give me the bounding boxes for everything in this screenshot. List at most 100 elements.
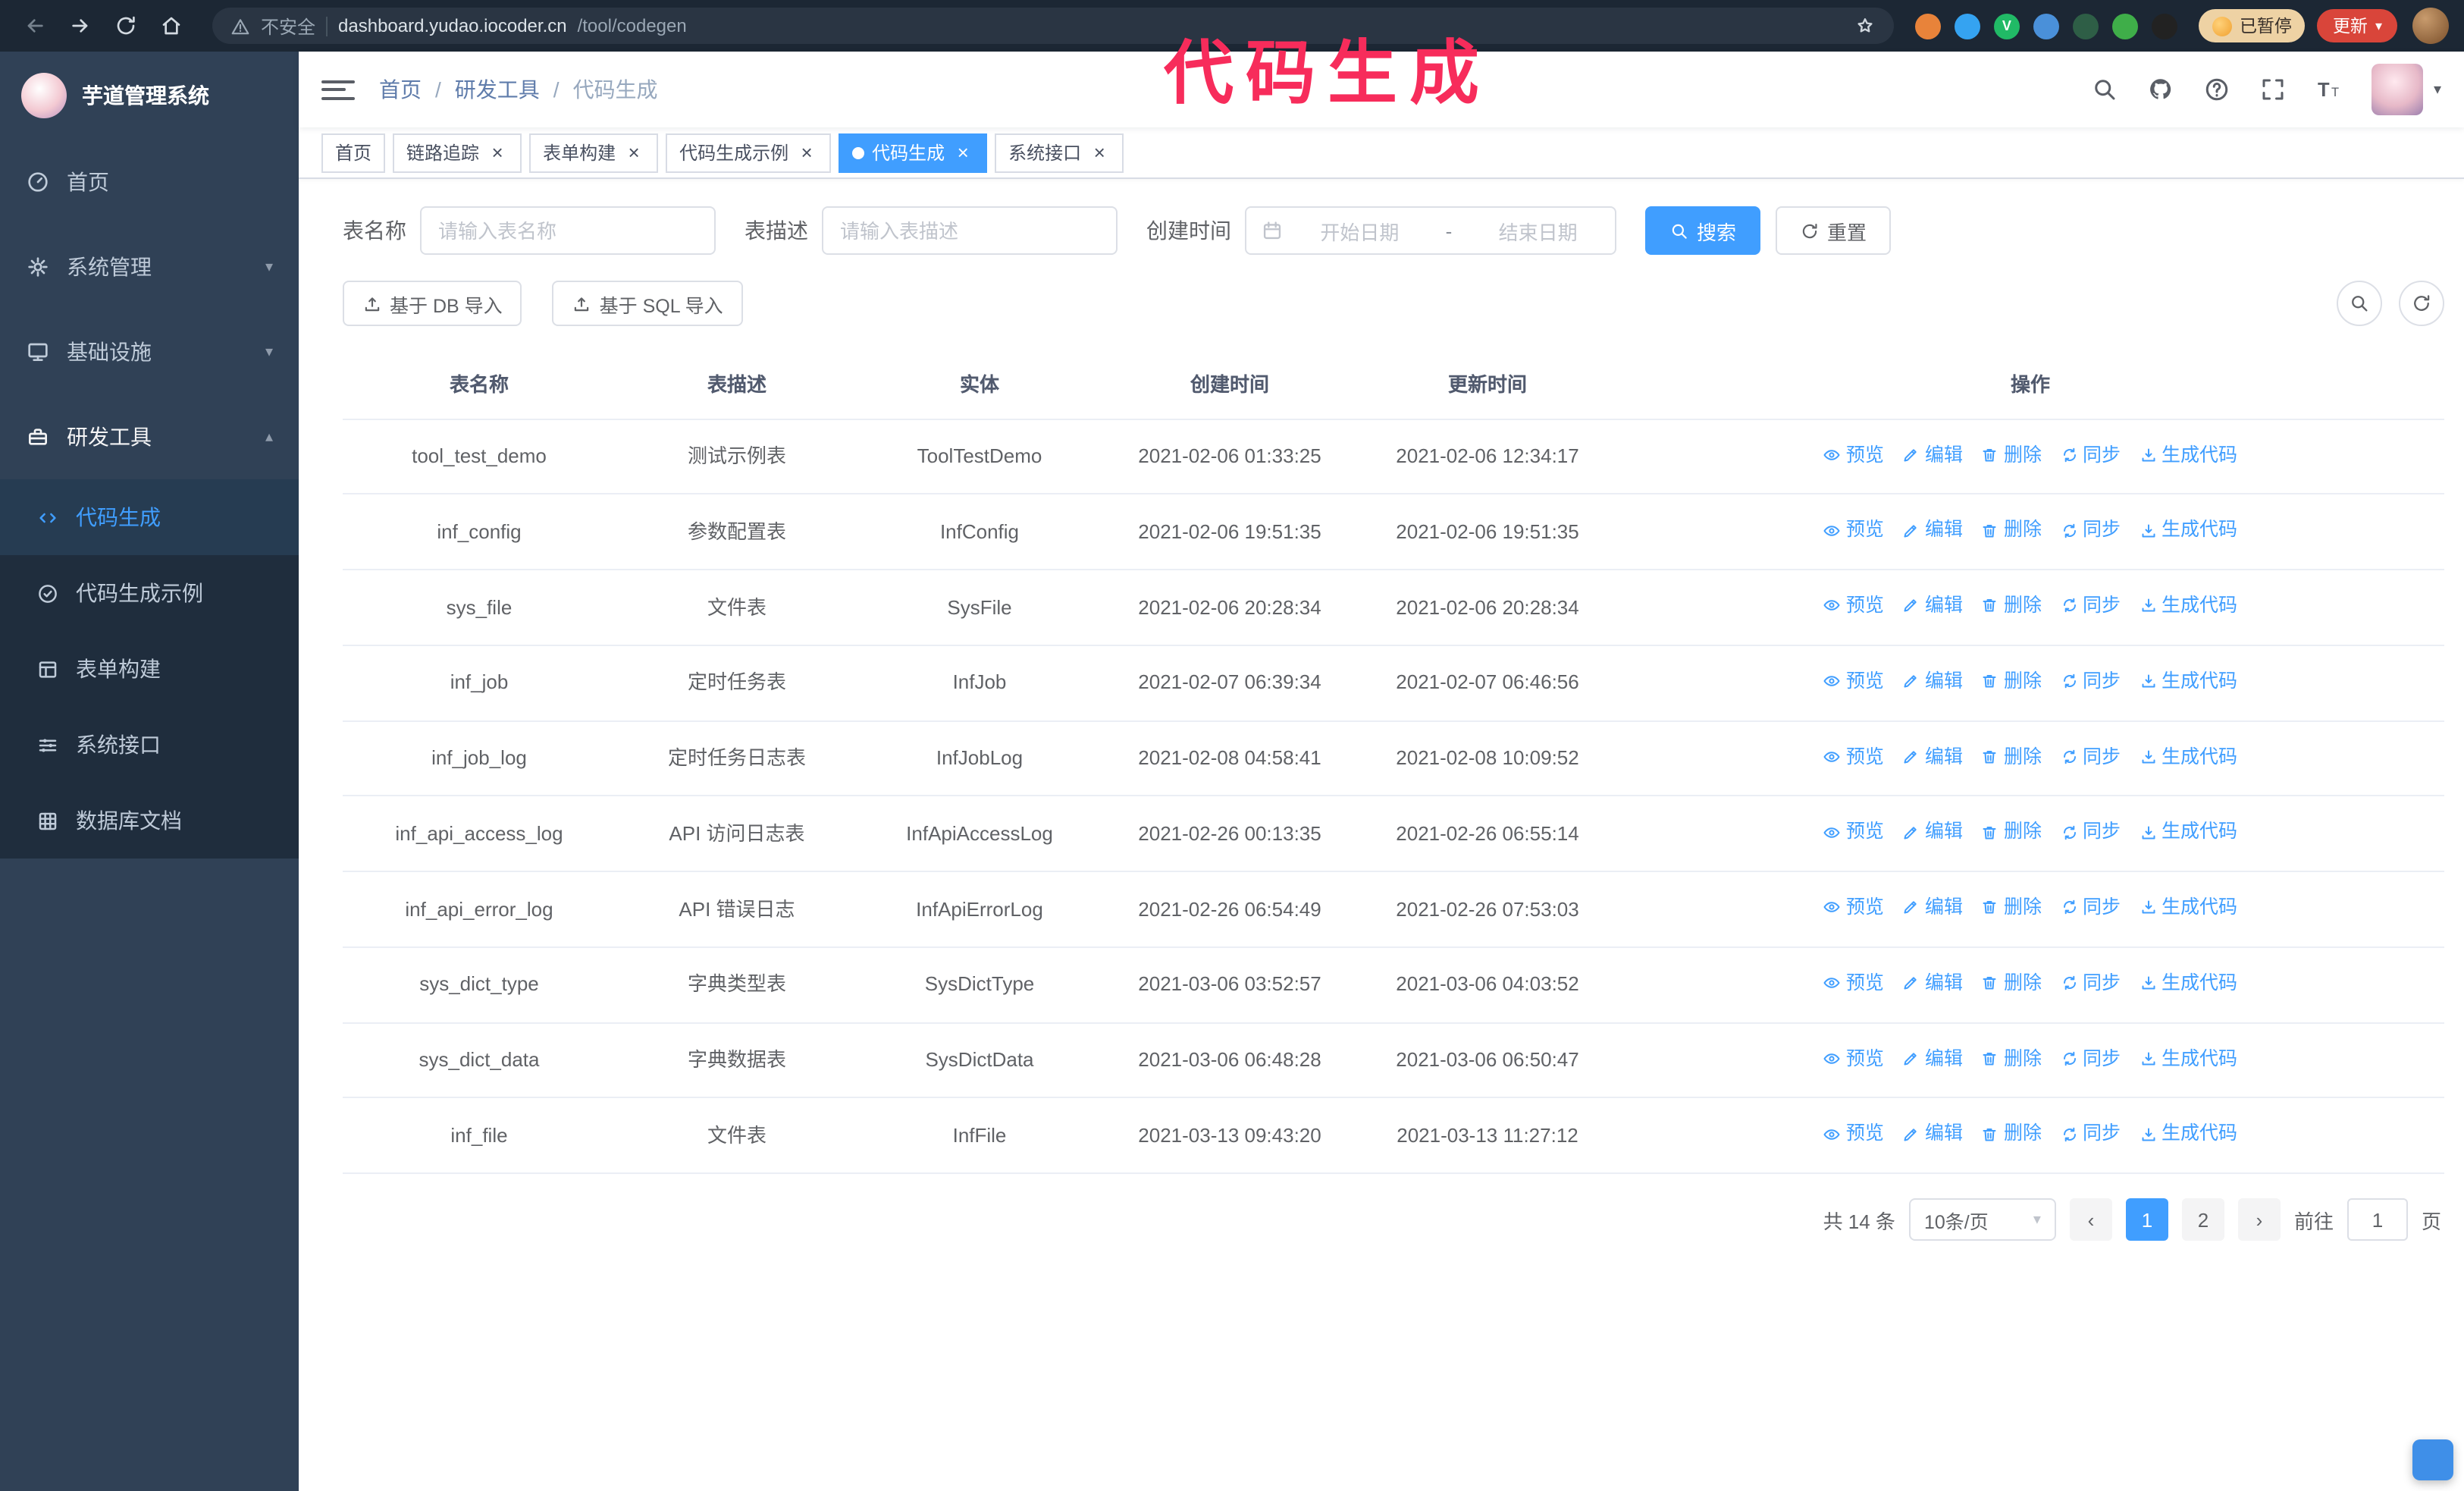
sidebar-subitem-codegen[interactable]: 代码生成 bbox=[0, 479, 299, 555]
tab-home[interactable]: 首页 bbox=[321, 133, 386, 172]
prev-page-button[interactable]: ‹ bbox=[2069, 1198, 2112, 1241]
float-button[interactable] bbox=[2412, 1439, 2453, 1480]
close-icon[interactable]: × bbox=[623, 142, 644, 163]
fullscreen-icon[interactable] bbox=[2259, 76, 2287, 103]
page-size-select[interactable]: 10条/页 ▾ bbox=[1908, 1198, 2056, 1241]
preview-link[interactable]: 预览 bbox=[1823, 892, 1884, 923]
screen-extension-icon[interactable] bbox=[2072, 13, 2099, 39]
tab-form-builder[interactable]: 表单构建 × bbox=[529, 133, 659, 172]
browser-home-button[interactable] bbox=[152, 6, 191, 46]
sync-link[interactable]: 同步 bbox=[2060, 590, 2121, 621]
sync-link[interactable]: 同步 bbox=[2060, 1043, 2121, 1074]
font-size-icon[interactable] bbox=[2315, 76, 2343, 103]
edit-link[interactable]: 编辑 bbox=[1902, 968, 1963, 999]
generate-link[interactable]: 生成代码 bbox=[2139, 666, 2237, 697]
delete-link[interactable]: 删除 bbox=[1981, 1043, 2042, 1074]
generate-link[interactable]: 生成代码 bbox=[2139, 892, 2237, 923]
hamburger-icon[interactable] bbox=[321, 74, 355, 105]
address-bar[interactable]: 不安全 dashboard.yudao.iocoder.cn/tool/code… bbox=[212, 8, 1894, 44]
orange-extension-icon[interactable] bbox=[1914, 13, 1941, 39]
sync-link[interactable]: 同步 bbox=[2060, 666, 2121, 697]
preview-link[interactable]: 预览 bbox=[1823, 1119, 1884, 1150]
edit-link[interactable]: 编辑 bbox=[1902, 1043, 1963, 1074]
edit-link[interactable]: 编辑 bbox=[1902, 590, 1963, 621]
delete-link[interactable]: 删除 bbox=[1981, 741, 2042, 772]
tab-codegen-demo[interactable]: 代码生成示例 × bbox=[666, 133, 832, 172]
preview-link[interactable]: 预览 bbox=[1823, 666, 1884, 697]
import-sql-button[interactable]: 基于 SQL 导入 bbox=[552, 281, 743, 326]
next-page-button[interactable]: › bbox=[2237, 1198, 2281, 1241]
sidebar-item-infra[interactable]: 基础设施 ▾ bbox=[0, 309, 299, 394]
sidebar-item-system[interactable]: 系统管理 ▾ bbox=[0, 224, 299, 309]
docs-question-icon[interactable] bbox=[2203, 76, 2230, 103]
delete-link[interactable]: 删除 bbox=[1981, 590, 2042, 621]
leaf-extension-icon[interactable] bbox=[2111, 13, 2138, 39]
generate-link[interactable]: 生成代码 bbox=[2139, 590, 2237, 621]
refresh-table-button[interactable] bbox=[2399, 281, 2444, 326]
sync-link[interactable]: 同步 bbox=[2060, 515, 2121, 546]
delete-link[interactable]: 删除 bbox=[1981, 817, 2042, 848]
import-db-button[interactable]: 基于 DB 导入 bbox=[343, 281, 522, 326]
tab-tracing[interactable]: 链路追踪 × bbox=[393, 133, 522, 172]
sync-link[interactable]: 同步 bbox=[2060, 968, 2121, 999]
sync-link[interactable]: 同步 bbox=[2060, 817, 2121, 848]
edit-link[interactable]: 编辑 bbox=[1902, 666, 1963, 697]
delete-link[interactable]: 删除 bbox=[1981, 439, 2042, 470]
close-icon[interactable]: × bbox=[487, 142, 508, 163]
close-icon[interactable]: × bbox=[952, 142, 973, 163]
preview-link[interactable]: 预览 bbox=[1823, 741, 1884, 772]
browser-reload-button[interactable] bbox=[106, 6, 146, 46]
v-extension-icon[interactable]: V bbox=[1993, 13, 2020, 39]
sync-link[interactable]: 同步 bbox=[2060, 1119, 2121, 1150]
close-icon[interactable]: × bbox=[1089, 142, 1110, 163]
profile-paused-badge[interactable]: 已暂停 bbox=[2198, 9, 2306, 42]
preview-link[interactable]: 预览 bbox=[1823, 968, 1884, 999]
delete-link[interactable]: 删除 bbox=[1981, 1119, 2042, 1150]
reset-button[interactable]: 重置 bbox=[1776, 206, 1892, 255]
generate-link[interactable]: 生成代码 bbox=[2139, 741, 2237, 772]
knot-extension-icon[interactable] bbox=[2151, 13, 2177, 39]
generate-link[interactable]: 生成代码 bbox=[2139, 1043, 2237, 1074]
goto-page-input[interactable] bbox=[2346, 1198, 2408, 1241]
browser-back-button[interactable] bbox=[15, 6, 55, 46]
delete-link[interactable]: 删除 bbox=[1981, 515, 2042, 546]
delete-link[interactable]: 删除 bbox=[1981, 892, 2042, 923]
edit-link[interactable]: 编辑 bbox=[1902, 741, 1963, 772]
table-desc-input[interactable] bbox=[822, 206, 1118, 255]
delete-link[interactable]: 删除 bbox=[1981, 968, 2042, 999]
breadcrumb-item[interactable]: 首页 bbox=[379, 74, 422, 105]
browser-forward-button[interactable] bbox=[61, 6, 100, 46]
sidebar-item-home[interactable]: 首页 bbox=[0, 140, 299, 224]
preview-link[interactable]: 预览 bbox=[1823, 1043, 1884, 1074]
sidebar-subitem-api[interactable]: 系统接口 bbox=[0, 707, 299, 783]
preview-link[interactable]: 预览 bbox=[1823, 817, 1884, 848]
page-button-1[interactable]: 1 bbox=[2125, 1198, 2168, 1241]
edit-link[interactable]: 编辑 bbox=[1902, 817, 1963, 848]
close-icon[interactable]: × bbox=[796, 142, 817, 163]
edit-link[interactable]: 编辑 bbox=[1902, 892, 1963, 923]
tab-codegen[interactable]: 代码生成 × bbox=[839, 133, 988, 172]
breadcrumb-item[interactable]: 研发工具 bbox=[455, 74, 540, 105]
generate-link[interactable]: 生成代码 bbox=[2139, 817, 2237, 848]
generate-link[interactable]: 生成代码 bbox=[2139, 968, 2237, 999]
search-icon[interactable] bbox=[2091, 76, 2118, 103]
edit-link[interactable]: 编辑 bbox=[1902, 1119, 1963, 1150]
generate-link[interactable]: 生成代码 bbox=[2139, 439, 2237, 470]
preview-link[interactable]: 预览 bbox=[1823, 515, 1884, 546]
tab-api[interactable]: 系统接口 × bbox=[995, 133, 1124, 172]
user-menu[interactable]: ▾ bbox=[2371, 64, 2441, 115]
delete-link[interactable]: 删除 bbox=[1981, 666, 2042, 697]
date-range-picker[interactable]: 开始日期 - 结束日期 bbox=[1245, 206, 1616, 255]
app-logo[interactable]: 芋道管理系统 bbox=[0, 52, 299, 140]
table-name-input[interactable] bbox=[420, 206, 716, 255]
page-button-2[interactable]: 2 bbox=[2181, 1198, 2224, 1241]
generate-link[interactable]: 生成代码 bbox=[2139, 1119, 2237, 1150]
edit-link[interactable]: 编辑 bbox=[1902, 515, 1963, 546]
browser-profile-avatar[interactable] bbox=[2412, 8, 2449, 44]
sidebar-item-devtools[interactable]: 研发工具 ▴ bbox=[0, 394, 299, 479]
drop-extension-icon[interactable] bbox=[1954, 13, 1980, 39]
sidebar-subitem-db-doc[interactable]: 数据库文档 bbox=[0, 783, 299, 859]
generate-link[interactable]: 生成代码 bbox=[2139, 515, 2237, 546]
people-extension-icon[interactable] bbox=[2033, 13, 2059, 39]
github-icon[interactable] bbox=[2147, 76, 2174, 103]
